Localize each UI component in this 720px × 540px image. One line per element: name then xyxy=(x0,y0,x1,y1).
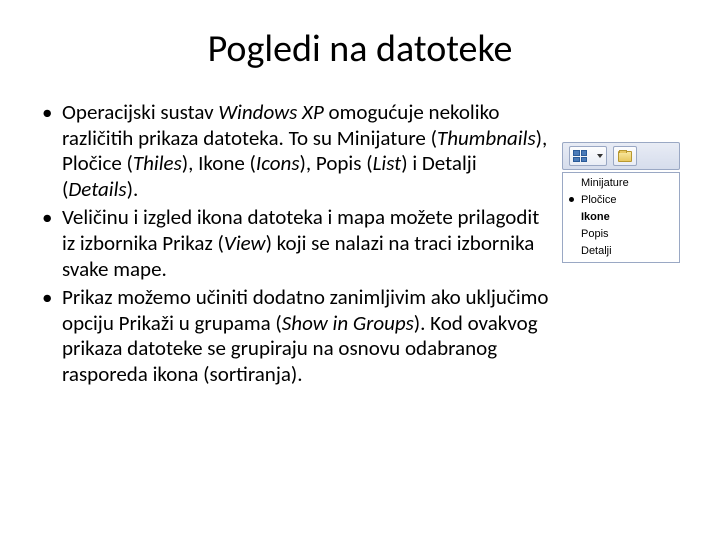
content-row: • Operacijski sustav Windows XP omogućuj… xyxy=(40,100,680,391)
text-italic: Thiles xyxy=(133,150,182,176)
bullet-text: Prikaz možemo učiniti dodatno zanimljivi… xyxy=(62,285,554,387)
dropdown-item-detalji[interactable]: Detalji xyxy=(563,243,679,260)
text-italic: Icons xyxy=(256,150,300,176)
dropdown-item-popis[interactable]: Popis xyxy=(563,226,679,243)
bullet-text: Operacijski sustav Windows XP omogućuje … xyxy=(62,100,554,202)
bullet-list: • Operacijski sustav Windows XP omogućuj… xyxy=(40,100,562,391)
text-italic: Show in Groups xyxy=(282,310,414,336)
text-span: ), Popis ( xyxy=(300,150,373,176)
views-button[interactable] xyxy=(569,146,607,166)
toolbar xyxy=(562,142,680,170)
views-dropdown: Minijature Pločice Ikone Popis Detalji xyxy=(562,172,680,263)
text-italic: Thumbnails xyxy=(437,125,536,151)
list-item: • Operacijski sustav Windows XP omogućuj… xyxy=(40,100,554,202)
bullet-dot: • xyxy=(40,205,62,282)
views-icon xyxy=(573,150,587,162)
slide: Pogledi na datoteke • Operacijski sustav… xyxy=(0,0,720,540)
list-item: • Prikaz možemo učiniti dodatno zanimlji… xyxy=(40,285,554,387)
bullet-dot: • xyxy=(40,285,62,387)
text-span: ), Ikone ( xyxy=(182,150,256,176)
text-span: Operacijski sustav xyxy=(62,99,218,125)
folder-icon xyxy=(618,151,632,162)
text-italic: Details xyxy=(68,176,126,202)
text-italic: List xyxy=(373,150,402,176)
bullet-dot: • xyxy=(40,100,62,202)
page-title: Pogledi na datoteke xyxy=(40,26,680,72)
dropdown-item-ikone[interactable]: Ikone xyxy=(563,209,679,226)
dropdown-item-minijature[interactable]: Minijature xyxy=(563,175,679,192)
text-span: ). xyxy=(127,176,139,202)
chevron-down-icon xyxy=(597,154,603,158)
text-italic: View xyxy=(224,230,266,256)
dropdown-item-plocice[interactable]: Pločice xyxy=(563,192,679,209)
folder-button[interactable] xyxy=(613,146,637,166)
text-italic: Windows XP xyxy=(218,99,323,125)
bullet-text: Veličinu i izgled ikona datoteka i mapa … xyxy=(62,205,554,282)
list-item: • Veličinu i izgled ikona datoteka i map… xyxy=(40,205,554,282)
view-menu-graphic: Minijature Pločice Ikone Popis Detalji xyxy=(562,142,680,263)
